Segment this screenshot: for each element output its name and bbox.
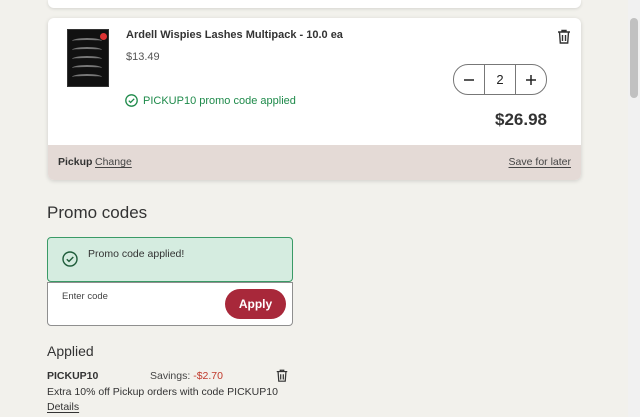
change-fulfillment-link[interactable]: Change	[95, 156, 132, 168]
quantity-value[interactable]: 2	[484, 65, 516, 94]
product-image[interactable]	[67, 29, 109, 87]
lash-graphic	[72, 38, 102, 44]
remove-item-button[interactable]	[556, 28, 572, 45]
product-title[interactable]: Ardell Wispies Lashes Multipack - 10.0 e…	[126, 29, 343, 41]
lash-graphic	[72, 74, 102, 80]
applied-heading: Applied	[47, 343, 94, 359]
save-for-later-link[interactable]: Save for later	[509, 156, 571, 168]
promo-section-title: Promo codes	[47, 203, 148, 222]
minus-icon	[464, 78, 474, 81]
applied-savings: Savings: -$2.70	[150, 370, 223, 382]
lash-graphic	[72, 47, 102, 53]
scrollbar[interactable]	[628, 0, 640, 417]
line-total: $26.98	[495, 110, 547, 129]
promo-success-banner: Promo code applied!	[47, 237, 293, 282]
fulfillment-method: Pickup	[58, 156, 93, 168]
promo-success-message: Promo code applied!	[88, 248, 185, 260]
check-circle-icon	[125, 94, 138, 107]
lash-graphic	[72, 56, 102, 62]
check-circle-icon	[62, 251, 78, 267]
trash-icon	[558, 29, 570, 44]
decrease-quantity-button[interactable]	[454, 65, 484, 94]
applied-promo-code: PICKUP10	[47, 370, 99, 382]
quantity-stepper: 2	[453, 64, 547, 95]
item-promo-text: PICKUP10 promo code applied	[143, 94, 296, 107]
savings-label: Savings:	[150, 370, 191, 382]
cart-item-card: Ardell Wispies Lashes Multipack - 10.0 e…	[48, 18, 581, 180]
scrollbar-thumb[interactable]	[630, 18, 638, 98]
trash-icon	[276, 369, 288, 382]
plus-icon	[526, 74, 536, 85]
promo-code-label: Enter code	[62, 291, 108, 302]
remove-promo-button[interactable]	[275, 368, 289, 383]
promo-details-link[interactable]: Details	[47, 401, 79, 413]
promo-code-field[interactable]: Enter code Apply	[47, 282, 293, 326]
increase-quantity-button[interactable]	[516, 65, 546, 94]
apply-promo-button[interactable]: Apply	[225, 289, 286, 319]
previous-cart-card	[48, 0, 581, 8]
lash-graphic	[72, 65, 102, 71]
product-badge	[100, 33, 107, 40]
applied-promo-description: Extra 10% off Pickup orders with code PI…	[47, 386, 278, 398]
fulfillment-bar: Pickup Change Save for later	[48, 145, 581, 180]
savings-amount: -$2.70	[193, 370, 223, 382]
item-promo-status: PICKUP10 promo code applied	[125, 94, 296, 107]
unit-price: $13.49	[126, 51, 160, 63]
